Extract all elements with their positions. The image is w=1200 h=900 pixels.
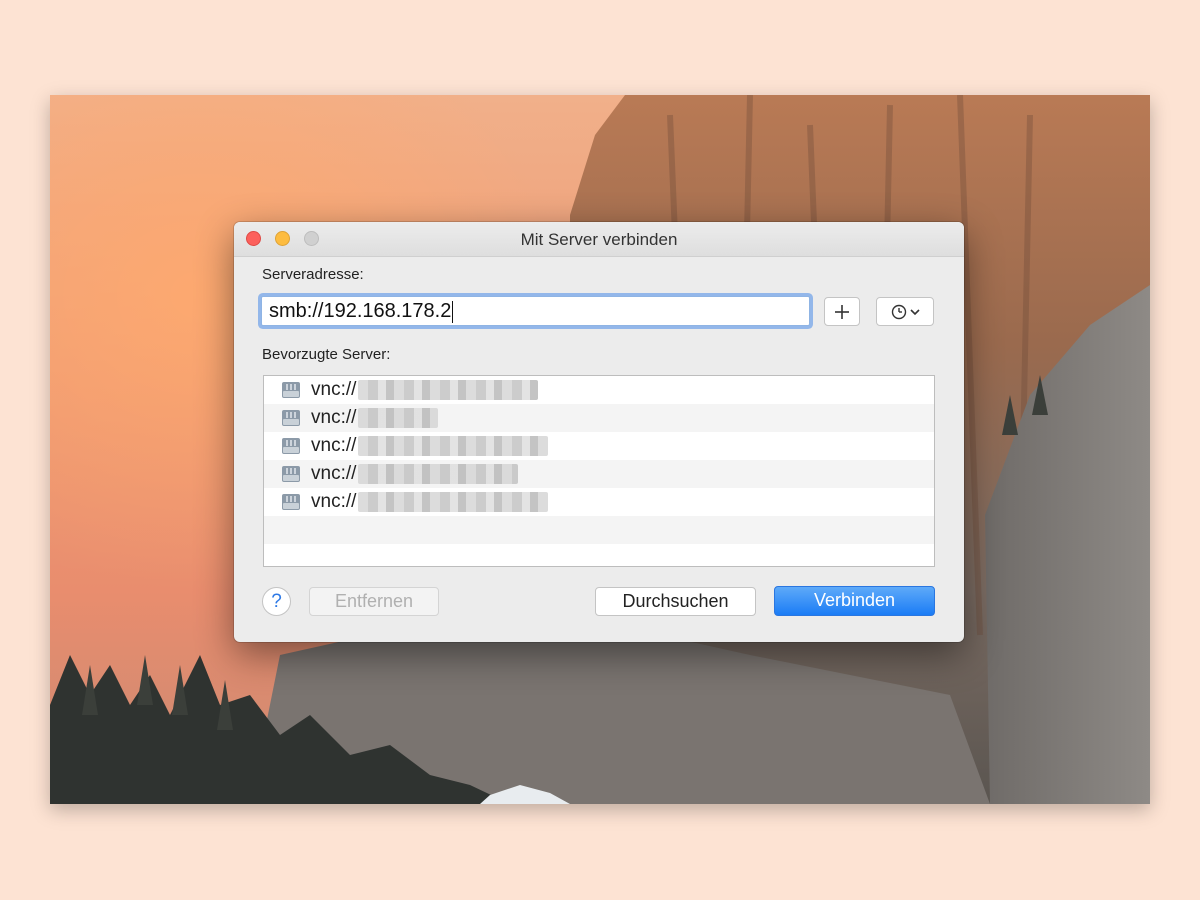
help-button[interactable]: ?	[262, 587, 291, 616]
server-url-prefix: vnc://	[311, 491, 357, 512]
server-address-label: Serveradresse:	[262, 266, 364, 283]
redacted-host	[358, 408, 439, 428]
server-url-prefix: vnc://	[311, 463, 357, 484]
window-title: Mit Server verbinden	[520, 230, 678, 249]
add-favorite-button[interactable]	[824, 297, 860, 326]
chevron-down-icon	[909, 308, 920, 315]
browse-button[interactable]: Durchsuchen	[595, 587, 756, 616]
connect-button[interactable]: Verbinden	[774, 586, 935, 616]
list-item[interactable]: vnc://	[264, 488, 934, 516]
clock-icon	[891, 304, 906, 319]
plus-icon	[835, 304, 849, 319]
server-address-value: smb://192.168.178.2	[269, 300, 452, 322]
network-drive-icon	[282, 382, 300, 398]
recent-servers-button[interactable]	[876, 297, 934, 326]
network-drive-icon	[282, 410, 300, 426]
favorite-servers-list[interactable]: vnc:// vnc:// vnc:// vnc:// vnc://	[263, 375, 935, 567]
empty-row	[264, 544, 934, 566]
list-item[interactable]: vnc://	[264, 460, 934, 488]
network-drive-icon	[282, 494, 300, 510]
redacted-host	[358, 464, 519, 484]
favorite-servers-label: Bevorzugte Server:	[262, 346, 391, 363]
redacted-host	[358, 436, 549, 456]
connect-to-server-dialog: Mit Server verbinden Serveradresse: smb:…	[234, 222, 964, 642]
remove-button: Entfernen	[309, 587, 439, 616]
redacted-host	[358, 492, 549, 512]
title-bar[interactable]: Mit Server verbinden	[234, 222, 964, 257]
server-address-input[interactable]: smb://192.168.178.2	[261, 296, 810, 326]
list-item[interactable]: vnc://	[264, 432, 934, 460]
server-url-prefix: vnc://	[311, 435, 357, 456]
server-url-prefix: vnc://	[311, 407, 357, 428]
server-url-prefix: vnc://	[311, 379, 357, 400]
network-drive-icon	[282, 466, 300, 482]
text-caret	[452, 300, 454, 323]
list-item[interactable]: vnc://	[264, 376, 934, 404]
redacted-host	[358, 380, 539, 400]
list-item[interactable]: vnc://	[264, 404, 934, 432]
network-drive-icon	[282, 438, 300, 454]
empty-row	[264, 516, 934, 544]
